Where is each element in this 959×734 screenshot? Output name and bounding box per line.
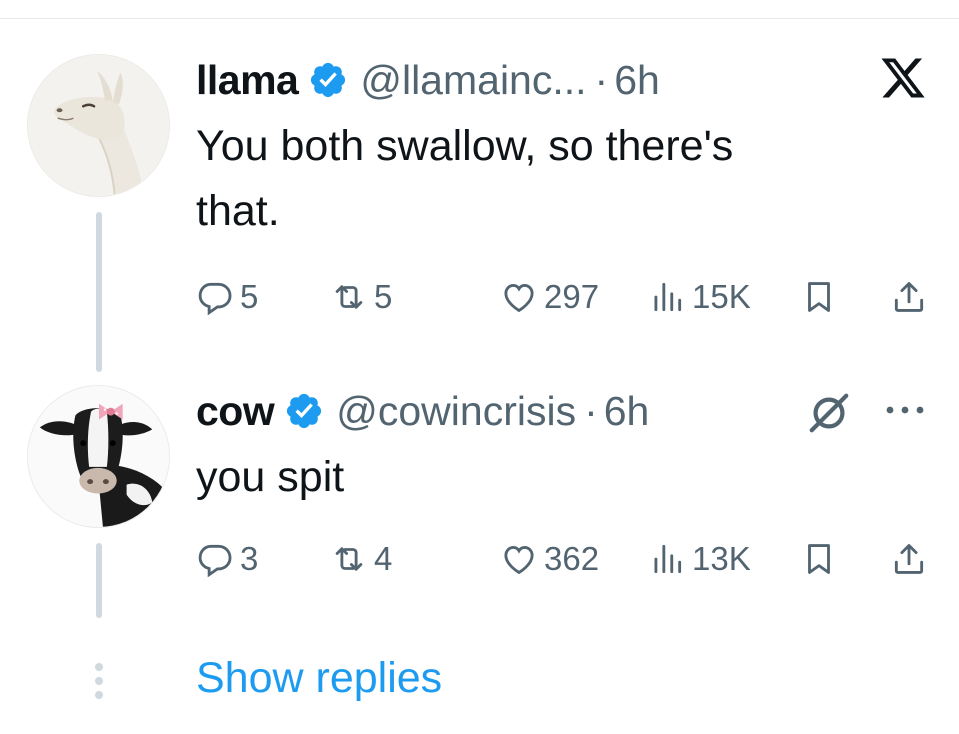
tweet-text-line: You both swallow, so there's: [196, 122, 734, 170]
repost-count: 4: [374, 540, 393, 577]
vertical-dots-icon: [95, 663, 103, 699]
verified-badge-icon[interactable]: [308, 60, 348, 100]
action-bar: 5 5 297 15K: [196, 272, 936, 322]
reply-button[interactable]: 5: [196, 272, 258, 322]
share-icon: [894, 544, 924, 574]
bookmark-button[interactable]: [800, 272, 838, 322]
tweet-text-line: you spit: [196, 453, 345, 501]
display-name[interactable]: cow: [196, 388, 275, 435]
like-button[interactable]: 297: [500, 272, 599, 322]
reply-icon: [198, 544, 232, 578]
top-divider: [0, 18, 959, 19]
bookmark-button[interactable]: [800, 534, 838, 584]
share-button[interactable]: [890, 272, 928, 322]
views-count: 15K: [692, 278, 751, 315]
tweet-text: You both swallow, so there's that.: [196, 114, 876, 244]
views-count: 13K: [692, 540, 751, 577]
bookmark-icon: [808, 544, 830, 574]
grok-icon[interactable]: [806, 390, 852, 436]
cow-avatar[interactable]: [27, 385, 170, 528]
llama-avatar-image: [28, 55, 169, 196]
show-replies-link[interactable]: Show replies: [196, 654, 442, 703]
separator-dot: ·: [584, 387, 598, 434]
verified-badge-icon[interactable]: [284, 391, 324, 431]
thread-line: [96, 212, 102, 372]
like-count: 297: [544, 278, 600, 315]
tweet-header: cow @cowincrisis · 6h: [196, 383, 649, 439]
timestamp[interactable]: 6h: [604, 388, 650, 435]
like-button[interactable]: 362: [500, 534, 599, 584]
reply-count: 5: [240, 278, 259, 315]
reply-button[interactable]: 3: [196, 534, 258, 584]
repost-button[interactable]: 5: [330, 272, 392, 322]
views-button[interactable]: 15K: [648, 272, 751, 322]
views-icon: [654, 282, 682, 312]
like-icon: [504, 284, 534, 313]
tweet-text-line: that.: [196, 187, 280, 235]
views-button[interactable]: 13K: [648, 534, 751, 584]
x-logo-icon[interactable]: [878, 54, 928, 102]
share-button[interactable]: [890, 534, 928, 584]
bookmark-icon: [808, 282, 830, 312]
repost-count: 5: [374, 278, 393, 315]
handle[interactable]: @cowincrisis: [336, 388, 576, 435]
reply-icon: [198, 282, 232, 316]
handle[interactable]: @llamainc...: [360, 57, 586, 104]
views-icon: [654, 544, 682, 574]
separator-dot: ·: [594, 56, 609, 103]
cow-avatar-image: [28, 386, 169, 527]
tweet-header: llama @llamainc... · 6h: [196, 52, 660, 108]
show-replies-row: Show replies: [0, 650, 959, 710]
llama-avatar[interactable]: [27, 54, 170, 197]
like-icon: [504, 546, 534, 575]
like-count: 362: [544, 540, 600, 577]
timestamp[interactable]: 6h: [614, 57, 660, 104]
action-bar: 3 4 362 13K: [196, 534, 936, 584]
reply-count: 3: [240, 540, 259, 577]
more-icon[interactable]: [880, 395, 930, 425]
repost-icon: [335, 285, 363, 309]
share-icon: [894, 282, 924, 312]
repost-button[interactable]: 4: [330, 534, 392, 584]
tweet-text: you spit: [196, 445, 876, 510]
thread-line: [96, 543, 102, 618]
repost-icon: [335, 547, 363, 571]
display-name[interactable]: llama: [196, 57, 299, 104]
